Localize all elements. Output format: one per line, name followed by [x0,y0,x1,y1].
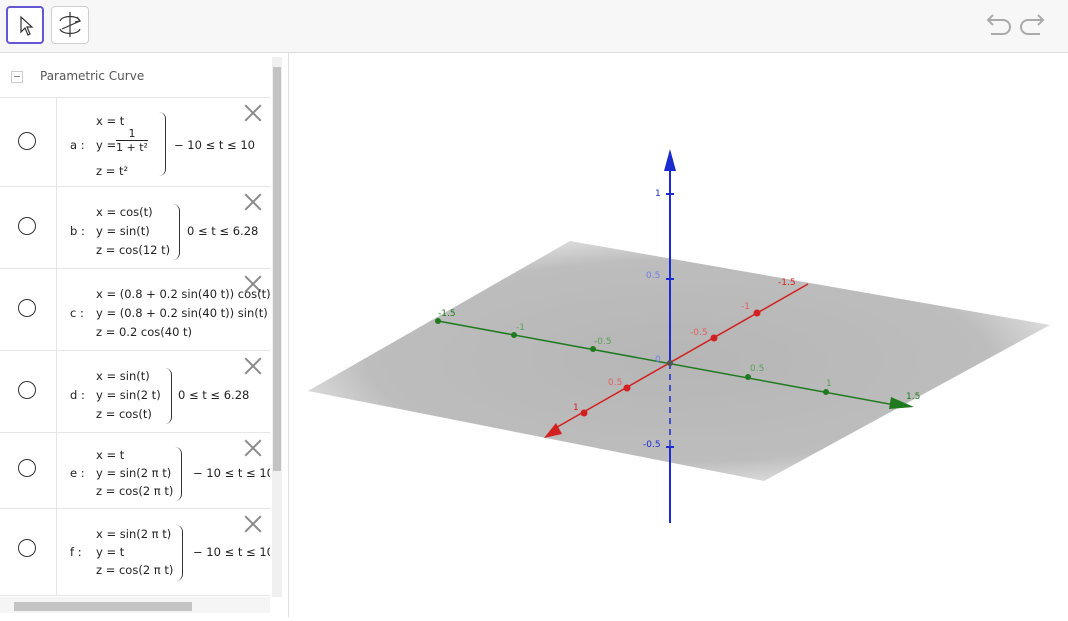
graphics-3d-view[interactable]: 1 0.5 -0.5 -1.5 -1 -0.5 0.5 1 1.5 -1.5 -… [290,53,1068,617]
delete-item-button[interactable] [244,515,262,533]
algebra-item-f[interactable]: f : x = sin(2 π t) y = t z = cos(2 π t) … [0,509,270,596]
panel-divider[interactable] [288,53,289,617]
z-tick-label: 1 [655,189,661,199]
move-tool-button[interactable] [6,6,44,44]
delete-item-button[interactable] [244,439,262,457]
brace [165,368,172,424]
equation-y: y = sin(t) [96,224,150,238]
brace [176,525,183,581]
visibility-toggle[interactable] [18,217,36,235]
equation-x: x = sin(2 π t) [96,527,172,541]
rotate-3d-icon [59,12,82,37]
y-tick-label: -1 [516,323,525,333]
x-tick-label: 1 [573,403,579,413]
algebra-item-e[interactable]: e : x = t y = sin(2 π t) z = cos(2 π t) … [0,433,270,509]
item-label: f : [70,545,82,559]
brace [175,447,182,501]
equation-z: z = cos(2 π t) [96,563,174,577]
scrollbar-thumb[interactable] [14,602,192,611]
redo-button[interactable] [1018,12,1048,40]
equation-z: z = cos(12 t) [96,243,171,257]
item-label: d : [70,388,85,402]
y-tick [745,374,751,380]
z-axis-arrow [664,149,676,171]
equation-z: z = t² [96,164,129,178]
parameter-range: 0 ≤ t ≤ 6.28 [187,224,259,238]
visibility-toggle[interactable] [18,132,36,150]
origin-label: 0 [655,355,661,365]
equation-y-prefix: y = [96,138,117,152]
x-tick-label: -1.5 [778,278,796,288]
item-label: e : [70,466,85,480]
x-tick [580,409,588,417]
delete-item-button[interactable] [244,104,262,122]
algebra-view: Parametric Curve a : x = t y = 11 + t² z… [0,53,285,617]
item-label: a : [70,138,85,152]
collapse-group-button[interactable] [11,71,23,83]
toolbar [0,0,1068,53]
group-title: Parametric Curve [40,69,145,83]
equation-y-fraction: 11 + t² [116,127,148,154]
equation-x: x = sin(t) [96,369,150,383]
y-tick-label: -0.5 [594,337,612,347]
redo-icon [1020,14,1045,35]
brace [159,112,166,176]
z-tick-label: 0.5 [646,271,660,281]
algebra-item-d[interactable]: d : x = sin(t) y = sin(2 t) z = cos(t) 0… [0,351,270,433]
fraction-numerator: 1 [116,127,148,141]
equation-y: y = (0.8 + 0.2 sin(40 t)) sin(t) [96,306,268,320]
equation-z: z = cos(2 π t) [96,484,174,498]
z-tick-label: -0.5 [643,440,661,450]
arrow-cursor-icon [20,15,34,36]
algebra-item-c[interactable]: c : x = (0.8 + 0.2 sin(40 t)) cos(t) y =… [0,269,270,351]
equation-x: x = (0.8 + 0.2 sin(40 t)) cos(t) [96,287,270,301]
y-tick-label: 1 [826,379,832,389]
parameter-range: − 10 ≤ t ≤ 10 [174,138,255,152]
equation-x: x = t [96,448,125,462]
equation-y: y = t [96,545,125,559]
rotate-view-tool-button[interactable] [51,6,89,44]
item-label: c : [70,306,84,320]
undo-icon [986,14,1011,35]
equation-x: x = t [96,114,125,128]
brace [173,204,180,260]
y-tick-label: -1.5 [438,309,456,319]
x-tick [753,309,761,317]
undo-button[interactable] [983,12,1013,40]
delete-item-button[interactable] [244,193,262,211]
item-label: b : [70,224,85,238]
algebra-horizontal-scrollbar[interactable] [0,597,270,613]
scrollbar-thumb[interactable] [273,67,281,471]
algebra-item-a[interactable]: a : x = t y = 11 + t² z = t² − 10 ≤ t ≤ … [0,98,270,187]
equation-z: z = cos(t) [96,407,152,421]
algebra-vertical-scrollbar[interactable] [272,57,282,597]
equation-y: y = sin(2 π t) [96,466,172,480]
parameter-range: 0 ≤ t ≤ 6.28 [178,388,250,402]
y-tick [823,389,829,395]
visibility-toggle[interactable] [18,381,36,399]
group-header: Parametric Curve [0,53,270,98]
x-tick-label: 0.5 [608,378,622,388]
algebra-item-b[interactable]: b : x = cos(t) y = sin(t) z = cos(12 t) … [0,187,270,269]
x-tick-label: -1 [741,302,750,312]
x-tick [710,334,718,342]
visibility-toggle[interactable] [18,459,36,477]
y-tick-label: 1.5 [906,392,920,402]
x-tick [623,384,631,392]
parameter-range: − 10 ≤ t ≤ 10 [193,545,270,559]
equation-z: z = 0.2 cos(40 t) [96,325,193,339]
delete-item-button[interactable] [244,357,262,375]
x-tick-label: -0.5 [690,328,708,338]
equation-y: y = sin(2 t) [96,388,161,402]
visibility-toggle[interactable] [18,299,36,317]
xy-plane [308,241,1050,481]
parameter-range: − 10 ≤ t ≤ 10 [193,466,270,480]
visibility-toggle[interactable] [18,539,36,557]
fraction-denominator: 1 + t² [116,141,148,154]
y-tick-label: 0.5 [750,364,764,374]
graphics-3d-canvas[interactable]: 1 0.5 -0.5 -1.5 -1 -0.5 0.5 1 1.5 -1.5 -… [290,53,1068,617]
equation-x: x = cos(t) [96,205,153,219]
origin-point [667,360,673,366]
